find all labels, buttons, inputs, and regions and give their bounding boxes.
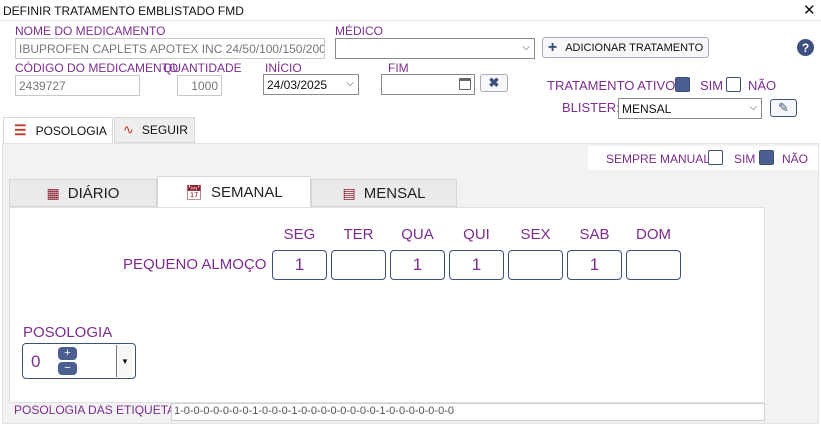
- tab-semanal[interactable]: 📅︎ SEMANAL: [157, 176, 311, 208]
- add-treatment-button[interactable]: + ADICIONAR TRATAMENTO: [542, 37, 709, 58]
- start-date-value: 24/03/2025: [267, 78, 328, 92]
- day-header-sex: SEX: [520, 226, 551, 243]
- active-no-label: NÃO: [748, 78, 777, 93]
- chevron-down-icon: ⌵: [346, 78, 354, 89]
- day-header-ter: TER: [343, 226, 374, 243]
- quantity-label: QUANTIDADE: [163, 61, 242, 75]
- always-manual-no-label: NÃO: [782, 152, 809, 166]
- close-icon: ✖: [488, 75, 500, 90]
- title-bar: DEFINIR TRATAMENTO EMBLISTADO FMD ✕: [0, 0, 821, 21]
- quantity-field[interactable]: 1000: [177, 75, 222, 96]
- month-icon: ▤: [342, 184, 356, 201]
- list-icon: ☰: [14, 122, 27, 138]
- day-header-seg: SEG: [283, 226, 316, 243]
- blister-select[interactable]: MENSAL ⌵: [618, 98, 762, 119]
- day-header-sab: SAB: [579, 226, 610, 243]
- blister-value: MENSAL: [622, 102, 672, 116]
- end-label: FIM: [388, 61, 409, 75]
- window-title: DEFINIR TRATAMENTO EMBLISTADO FMD: [3, 4, 244, 18]
- tab-diario[interactable]: ▦ DIÁRIO: [9, 179, 157, 207]
- day-input-dom[interactable]: [626, 250, 681, 280]
- posology-decrement-button[interactable]: −: [58, 362, 77, 375]
- pulse-icon: ∿: [123, 122, 134, 137]
- calendar-icon: 📅︎: [185, 184, 204, 200]
- active-no-checkbox[interactable]: [726, 77, 741, 92]
- main-tab-bar: ☰ POSOLOGIA ∿ SEGUIR: [0, 117, 821, 143]
- day-input-ter[interactable]: [331, 250, 386, 280]
- label-posology-field[interactable]: 1-0-0-0-0-0-0-0-1-0-0-0-1-0-0-0-0-0-0-0-…: [171, 403, 765, 421]
- day-input-sab[interactable]: 1: [567, 250, 622, 280]
- day-input-sex[interactable]: [508, 250, 563, 280]
- minus-icon: −: [64, 362, 71, 374]
- meal-row-label: PEQUENO ALMOÇO: [123, 256, 267, 273]
- chevron-down-icon: ⌵: [522, 42, 530, 53]
- clear-end-date-button[interactable]: ✖: [480, 74, 508, 92]
- day-header-qua: QUA: [401, 226, 434, 243]
- code-label: CÓDIGO DO MEDICAMENTO: [15, 61, 179, 75]
- day-input-seg[interactable]: 1: [272, 250, 327, 280]
- chevron-down-icon: ⌵: [749, 102, 757, 113]
- plus-icon: +: [64, 347, 71, 359]
- tab-mensal[interactable]: ▤ MENSAL: [311, 179, 457, 207]
- tab-posologia-label: POSOLOGIA: [35, 123, 107, 138]
- edit-blister-button[interactable]: ✎: [770, 99, 797, 117]
- tab-diario-label: DIÁRIO: [67, 184, 120, 202]
- help-icon[interactable]: ?: [797, 39, 814, 56]
- tab-posologia[interactable]: ☰ POSOLOGIA: [3, 117, 113, 143]
- posology-increment-button[interactable]: +: [58, 347, 77, 360]
- tab-semanal-label: SEMANAL: [211, 184, 283, 201]
- tab-seguir-label: SEGUIR: [141, 123, 188, 137]
- medication-label: NOME DO MEDICAMENTO: [15, 24, 166, 38]
- help-glyph: ?: [801, 40, 810, 55]
- add-treatment-label: ADICIONAR TRATAMENTO: [565, 41, 704, 54]
- day-input-qui[interactable]: 1: [449, 250, 504, 280]
- grid-icon: ▦: [46, 184, 60, 201]
- start-date-picker[interactable]: 24/03/2025 ⌵: [263, 74, 359, 95]
- always-manual-checkbox[interactable]: [708, 150, 723, 165]
- always-manual-label: SEMPRE MANUAL: [606, 152, 711, 166]
- posology-dropdown-button[interactable]: ▼: [116, 345, 133, 377]
- caret-down-icon: ▼: [121, 356, 129, 366]
- start-label: INÍCIO: [265, 61, 302, 75]
- pencil-icon: ✎: [778, 100, 789, 115]
- day-input-qua[interactable]: 1: [390, 250, 445, 280]
- active-yes-label: SIM: [700, 78, 724, 93]
- always-manual-yes-label: SIM: [734, 152, 756, 166]
- always-manual-yes-checkbox[interactable]: [759, 150, 774, 165]
- day-header-qui: QUI: [463, 226, 490, 243]
- active-treatment-label: TRATAMENTO ATIVO: [547, 78, 676, 93]
- posology-label: POSOLOGIA: [23, 324, 113, 341]
- label-posology-label: POSOLOGIA DAS ETIQUETA: [14, 403, 176, 417]
- tab-mensal-label: MENSAL: [363, 184, 426, 202]
- medication-name-field[interactable]: IBUPROFEN CAPLETS APOTEX INC 24/50/100/1…: [15, 38, 325, 59]
- posology-stepper[interactable]: 0 + − ▼: [22, 343, 136, 379]
- day-header-dom: DOM: [636, 226, 671, 243]
- end-date-picker[interactable]: [381, 74, 475, 95]
- posology-value: 0: [31, 352, 41, 371]
- blister-label: BLISTER:: [562, 100, 620, 115]
- doctor-select[interactable]: ⌵: [335, 38, 535, 59]
- calendar-icon: [459, 78, 471, 90]
- active-yes-checkbox[interactable]: [675, 77, 690, 92]
- close-icon[interactable]: ✕: [803, 1, 816, 19]
- plus-icon: +: [547, 38, 558, 56]
- code-field[interactable]: 2439727: [15, 75, 140, 96]
- tab-seguir[interactable]: ∿ SEGUIR: [114, 117, 195, 143]
- doctor-label: MÉDICO: [335, 24, 383, 38]
